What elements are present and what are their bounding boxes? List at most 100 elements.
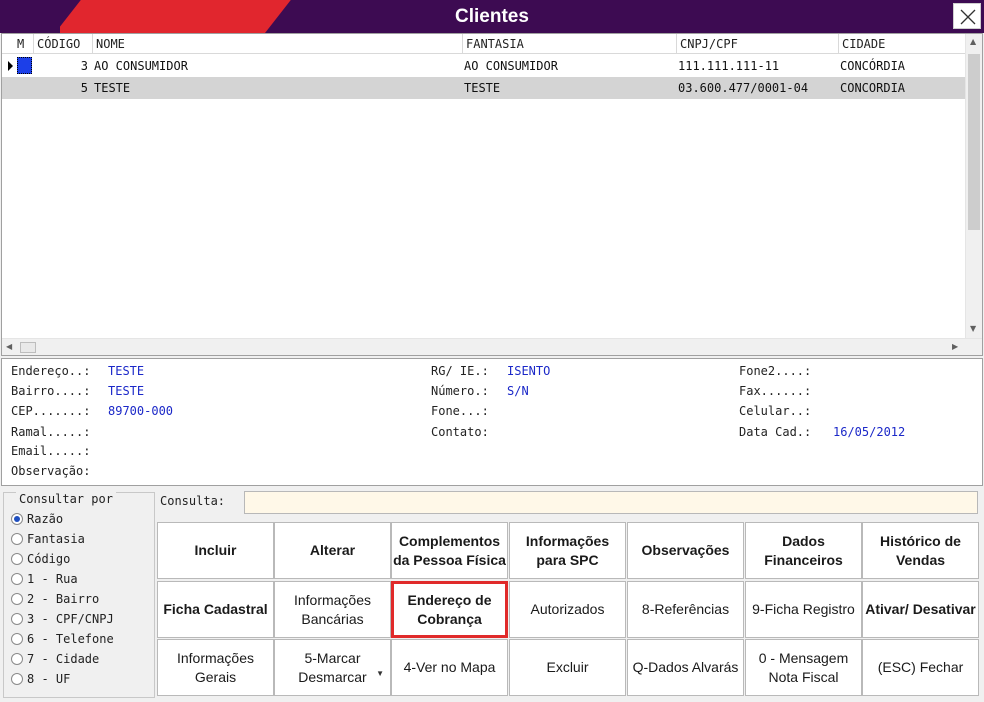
observacao-label: Observação: xyxy=(11,464,91,478)
email-label: Email.....: xyxy=(11,444,91,458)
info-spc-button[interactable]: Informações para SPC xyxy=(509,522,626,579)
contato-label: Contato: xyxy=(431,425,489,439)
fechar-button[interactable]: (ESC) Fechar xyxy=(862,639,979,696)
col-header-m[interactable]: M xyxy=(14,34,34,54)
vertical-scroll-thumb[interactable] xyxy=(968,54,980,230)
dados-alvaras-button[interactable]: Q-Dados Alvarás xyxy=(627,639,744,696)
cep-label: CEP.......: xyxy=(11,404,91,418)
marcar-desmarcar-label: 5-Marcar Desmarcar xyxy=(298,649,367,685)
cell-codigo: 3 xyxy=(80,59,88,73)
col-header-cnpj[interactable]: CNPJ/CPF xyxy=(677,34,839,54)
observacoes-button[interactable]: Observações xyxy=(627,522,744,579)
radio-telefone[interactable]: 6 - Telefone xyxy=(11,632,114,650)
autorizados-button[interactable]: Autorizados xyxy=(509,581,626,638)
fax-label: Fax......: xyxy=(739,384,812,398)
ramal-label: Ramal.....: xyxy=(11,425,91,439)
fone2-label: Fone2....: xyxy=(739,364,812,378)
cell-codigo: 5 xyxy=(80,81,88,95)
info-bancarias-button[interactable]: Informações Bancárias xyxy=(274,581,391,638)
radio-icon xyxy=(11,573,23,585)
clients-grid[interactable]: M CÓDIGO NOME FANTASIA CNPJ/CPF CIDADE 3… xyxy=(1,33,983,356)
radio-cidade[interactable]: 7 - Cidade xyxy=(11,652,99,670)
radio-icon xyxy=(11,593,23,605)
dropdown-arrow-icon: ▼ xyxy=(376,669,384,678)
radio-icon xyxy=(11,673,23,685)
radio-icon xyxy=(11,653,23,665)
endereco-value: TESTE xyxy=(108,364,145,378)
cell-cnpj: 03.600.477/0001-04 xyxy=(678,81,809,95)
rg-label: RG/ IE.: xyxy=(431,364,489,378)
marcar-desmarcar-button[interactable]: 5-Marcar Desmarcar ▼ xyxy=(274,639,391,696)
radio-uf[interactable]: 8 - UF xyxy=(11,672,70,690)
numero-value: S/N xyxy=(507,384,529,398)
radio-cpf-cnpj[interactable]: 3 - CPF/CNPJ xyxy=(11,612,114,630)
cell-fantasia: AO CONSUMIDOR xyxy=(464,59,558,73)
data-cad-value: 16/05/2012 xyxy=(833,425,906,439)
radio-icon xyxy=(11,613,23,625)
close-button[interactable] xyxy=(953,3,981,29)
ativar-desativar-button[interactable]: Ativar/ Desativar xyxy=(862,581,979,638)
radio-codigo[interactable]: Código xyxy=(11,552,70,570)
col-header-fantasia[interactable]: FANTASIA xyxy=(463,34,677,54)
dados-financeiros-button[interactable]: Dados Financeiros xyxy=(745,522,862,579)
row-indicator-icon xyxy=(2,55,15,77)
radio-razao[interactable]: Razão xyxy=(11,512,63,530)
cell-cnpj: 111.111.111-11 xyxy=(678,59,780,73)
bairro-label: Bairro....: xyxy=(11,384,91,398)
endereco-label: Endereço..: xyxy=(11,364,91,378)
radio-icon xyxy=(11,553,23,565)
radio-icon xyxy=(11,633,23,645)
radio-fantasia[interactable]: Fantasia xyxy=(11,532,85,550)
data-cad-label: Data Cad.: xyxy=(739,425,812,439)
historico-vendas-button[interactable]: Histórico de Vendas xyxy=(862,522,979,579)
title-bar: Clientes xyxy=(0,0,984,33)
incluir-button[interactable]: Incluir xyxy=(157,522,274,579)
mensagem-nota-fiscal-button[interactable]: 0 - Mensagem Nota Fiscal xyxy=(745,639,862,696)
cep-value: 89700-000 xyxy=(108,404,174,418)
mark-checkbox[interactable] xyxy=(17,57,32,74)
col-header-codigo[interactable]: CÓDIGO xyxy=(34,34,93,54)
rg-value: ISENTO xyxy=(507,364,551,378)
consulta-input[interactable] xyxy=(244,491,978,514)
grid-header: M CÓDIGO NOME FANTASIA CNPJ/CPF CIDADE xyxy=(2,34,966,54)
cell-nome: TESTE xyxy=(94,81,131,95)
ficha-registro-button[interactable]: 9-Ficha Registro xyxy=(745,581,862,638)
endereco-cobranca-button[interactable]: Endereço de Cobrança xyxy=(391,581,508,638)
radio-rua[interactable]: 1 - Rua xyxy=(11,572,78,590)
col-header-nome[interactable]: NOME xyxy=(93,34,463,54)
vertical-scrollbar[interactable]: ▲ ▼ xyxy=(965,34,982,338)
scroll-left-icon[interactable]: ◀ xyxy=(6,342,12,351)
numero-label: Número.: xyxy=(431,384,489,398)
consultar-por-legend: Consultar por xyxy=(16,492,116,506)
scroll-down-icon[interactable]: ▼ xyxy=(970,324,976,333)
scroll-up-icon[interactable]: ▲ xyxy=(970,37,976,46)
cell-cidade: CONCÓRDIA xyxy=(840,59,906,73)
excluir-button[interactable]: Excluir xyxy=(509,639,626,696)
ficha-cadastral-button[interactable]: Ficha Cadastral xyxy=(157,581,274,638)
horizontal-scroll-thumb[interactable] xyxy=(20,342,36,353)
horizontal-scrollbar[interactable]: ◀ ▶ xyxy=(2,338,982,355)
fone-label: Fone...: xyxy=(431,404,489,418)
table-row[interactable]: 3 AO CONSUMIDOR AO CONSUMIDOR 111.111.11… xyxy=(2,55,966,77)
ver-mapa-button[interactable]: 4-Ver no Mapa xyxy=(391,639,508,696)
bairro-value: TESTE xyxy=(108,384,145,398)
table-row[interactable]: 5 TESTE TESTE 03.600.477/0001-04 CONCORD… xyxy=(2,77,966,99)
radio-selected-icon xyxy=(11,513,23,525)
col-header-cidade[interactable]: CIDADE xyxy=(839,34,966,54)
cell-fantasia: TESTE xyxy=(464,81,501,95)
close-icon xyxy=(960,9,976,25)
consulta-label: Consulta: xyxy=(160,494,226,508)
info-gerais-button[interactable]: Informações Gerais xyxy=(157,639,274,696)
client-details-panel: Endereço..: TESTE Bairro....: TESTE CEP.… xyxy=(1,358,983,486)
alterar-button[interactable]: Alterar xyxy=(274,522,391,579)
radio-icon xyxy=(11,533,23,545)
scroll-right-icon[interactable]: ▶ xyxy=(952,342,958,351)
complementos-button[interactable]: Complementos da Pessoa Física xyxy=(391,522,508,579)
referencias-button[interactable]: 8-Referências xyxy=(627,581,744,638)
celular-label: Celular..: xyxy=(739,404,812,418)
consultar-por-group: Consultar por Razão Fantasia Código 1 - … xyxy=(3,492,155,698)
cell-nome: AO CONSUMIDOR xyxy=(94,59,188,73)
cell-cidade: CONCORDIA xyxy=(840,81,906,95)
window-title: Clientes xyxy=(455,6,529,27)
radio-bairro[interactable]: 2 - Bairro xyxy=(11,592,99,610)
